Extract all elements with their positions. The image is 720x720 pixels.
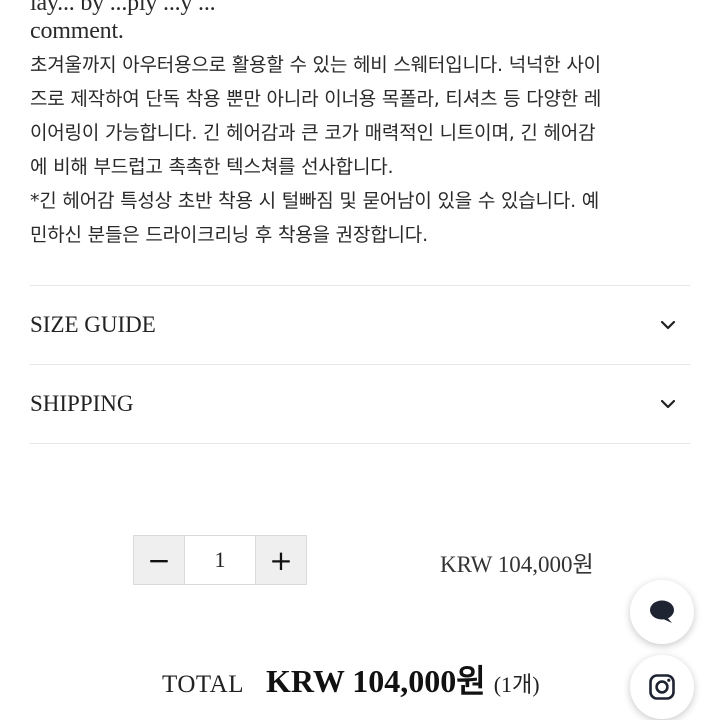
product-description: lay... by ...ply ...y ... comment. 초겨울까지… [30, 0, 700, 252]
chevron-down-icon [660, 399, 676, 409]
instagram-button[interactable] [630, 655, 694, 719]
description-line: 초겨울까지 아우터용으로 활용할 수 있는 헤비 스웨터입니다. 넉넉한 사이 [30, 54, 601, 76]
total-price: KRW 104,000원 [265, 663, 486, 699]
chat-bubble-icon [650, 600, 674, 623]
description-line: 민하신 분들은 드라이크리닝 후 착용을 권장합니다. [30, 224, 428, 246]
description-line: *긴 헤어감 특성상 초반 착용 시 털빠짐 및 묻어남이 있을 수 있습니다.… [30, 190, 600, 212]
quantity-increase-button[interactable]: + [256, 536, 306, 584]
total-count: (1개) [493, 672, 540, 697]
chevron-down-icon [660, 320, 676, 330]
quantity-decrease-button[interactable]: − [134, 536, 184, 584]
description-line: 이어링이 가능합니다. 긴 헤어감과 큰 코가 매력적인 니트이며, 긴 헤어감 [30, 122, 596, 144]
accordion-size-guide[interactable]: SIZE GUIDE [30, 285, 690, 364]
description-line: 즈로 제작하여 단독 착용 뿐만 아니라 이너용 목폴라, 티셔츠 등 다양한 … [30, 88, 602, 110]
accordion-size-guide-label: SIZE GUIDE [30, 312, 156, 337]
description-line: 에 비해 부드럽고 촉촉한 텍스쳐를 선사합니다. [30, 156, 394, 178]
accordion-shipping[interactable]: SHIPPING [30, 364, 690, 444]
accordion-shipping-label: SHIPPING [30, 391, 134, 416]
quantity-input[interactable] [184, 536, 256, 584]
quantity-stepper: − + [133, 535, 307, 585]
total-label: TOTAL [162, 671, 244, 698]
instagram-icon [649, 674, 675, 700]
total-summary: TOTAL KRW 104,000원 (1개) [162, 656, 540, 702]
chat-button[interactable] [630, 580, 694, 644]
item-price: KRW 104,000원 [440, 552, 594, 577]
